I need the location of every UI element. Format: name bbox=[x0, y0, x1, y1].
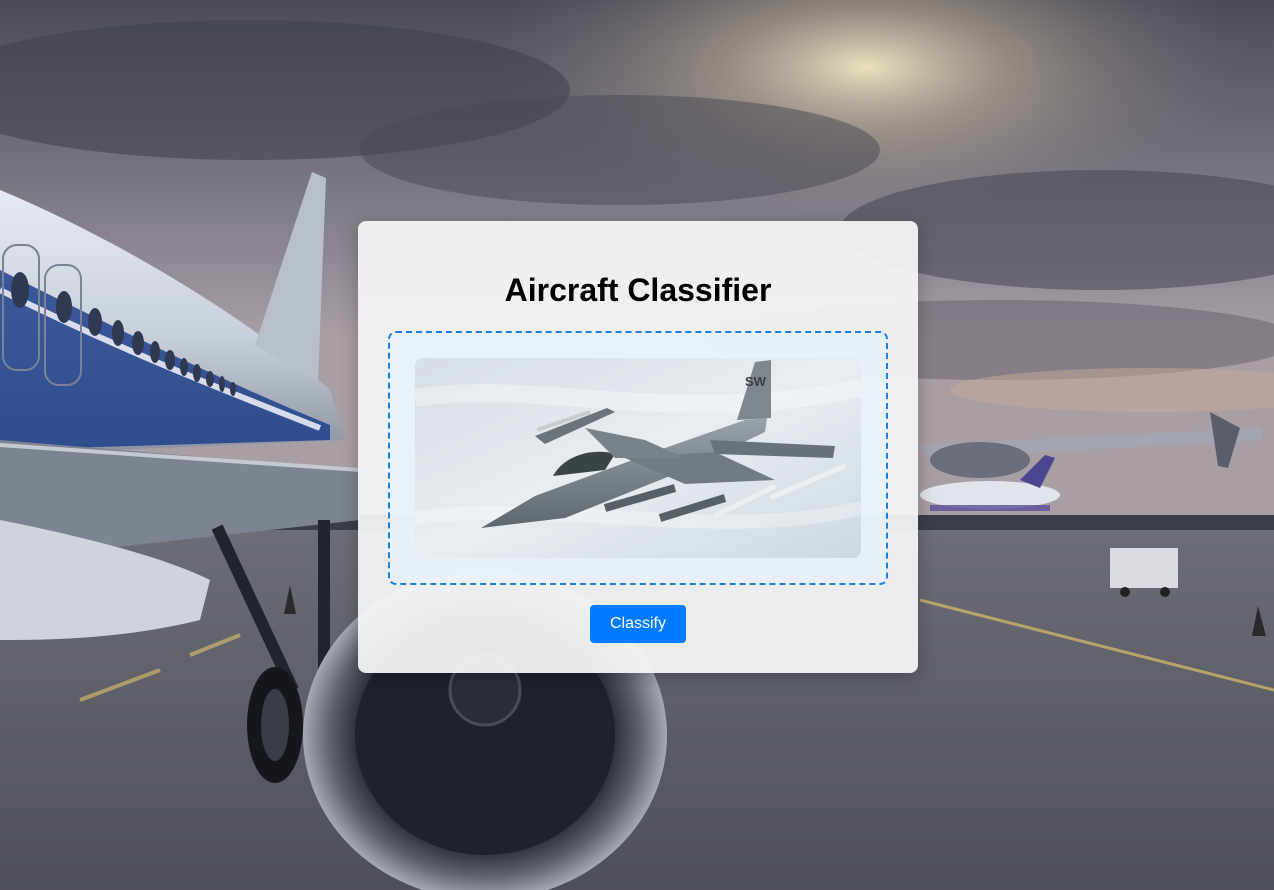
image-upload-dropzone[interactable]: SW bbox=[388, 331, 888, 585]
page-title: Aircraft Classifier bbox=[504, 272, 772, 308]
uploaded-image-preview: SW bbox=[415, 358, 861, 558]
classifier-card: Aircraft Classifier SW Classify bbox=[358, 221, 918, 673]
classify-button[interactable]: Classify bbox=[590, 605, 686, 643]
svg-text:SW: SW bbox=[745, 374, 767, 389]
